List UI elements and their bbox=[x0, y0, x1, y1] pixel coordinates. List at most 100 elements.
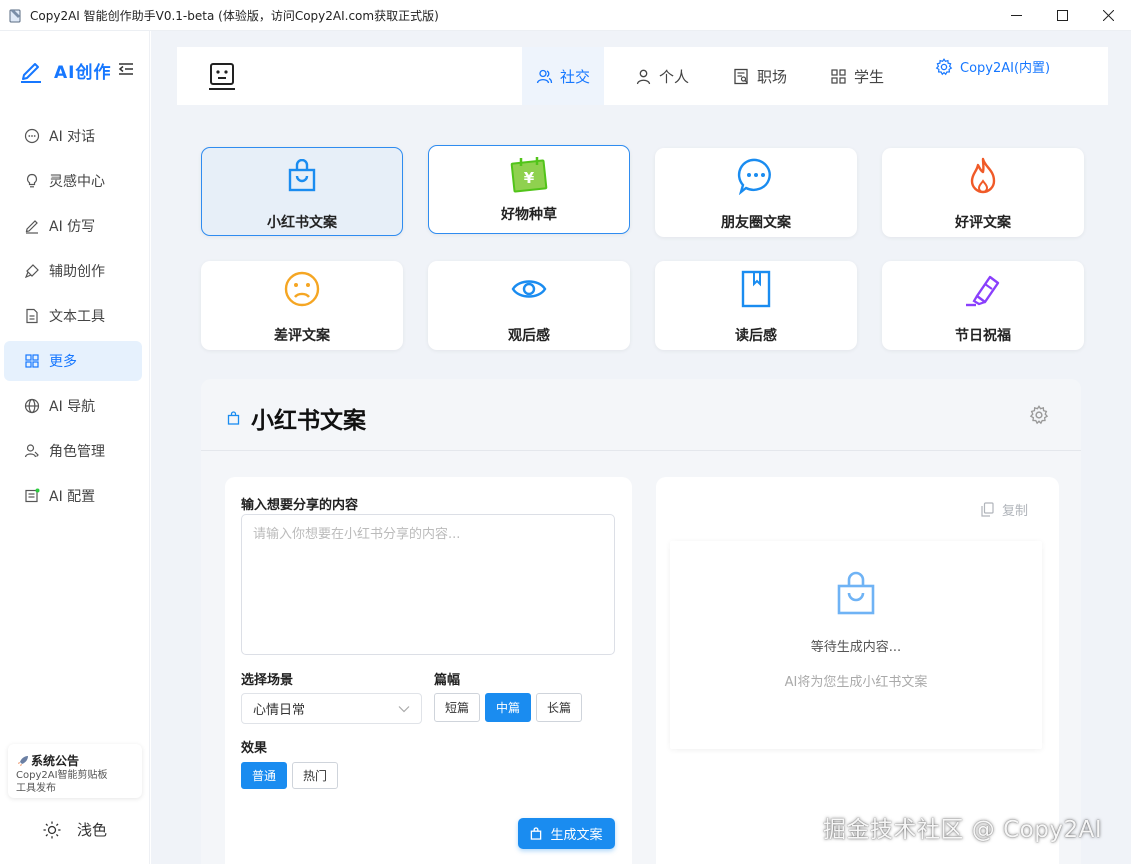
grid-icon bbox=[831, 68, 846, 84]
output-panel: 复制 等待生成内容... AI将为您生成小红书文案 bbox=[656, 477, 1059, 864]
pen-edit-icon bbox=[21, 63, 41, 83]
main-area: 社交 个人 职场 学生 Copy2AI(内置) 小红书文案 ¥ 好物种草 朋友圈… bbox=[151, 31, 1131, 864]
top-navbar: 社交 个人 职场 学生 Copy2AI(内置) bbox=[177, 47, 1108, 105]
person-icon bbox=[636, 69, 651, 84]
app-icon bbox=[9, 9, 21, 23]
window-title: Copy2AI 智能创作助手V0.1-beta (体验版，访问Copy2AI.c… bbox=[30, 8, 439, 23]
close-button[interactable] bbox=[1085, 0, 1131, 31]
sidebar-item-label: AI 对话 bbox=[49, 129, 96, 145]
menu-collapse-icon[interactable] bbox=[118, 61, 134, 77]
close-icon bbox=[1102, 10, 1114, 21]
sidebar-item-text-tools[interactable]: 文本工具 bbox=[4, 296, 142, 336]
chat-icon bbox=[24, 128, 40, 144]
effect-normal-button[interactable]: 普通 bbox=[241, 762, 287, 789]
sidebar-item-roles[interactable]: 角色管理 bbox=[4, 431, 142, 471]
highlighter-icon bbox=[966, 275, 1000, 307]
theme-toggle[interactable]: 浅色 bbox=[43, 819, 107, 840]
sidebar: AI创作 AI 对话 灵感中心 AI 仿写 辅助创作 文本工具 更多 AI 导航… bbox=[0, 31, 150, 864]
svg-text:¥: ¥ bbox=[524, 169, 535, 187]
sidebar-item-label: 灵感中心 bbox=[49, 174, 105, 190]
length-short-button[interactable]: 短篇 bbox=[434, 693, 480, 722]
category-card-holiday[interactable]: 节日祝福 bbox=[882, 261, 1084, 350]
calendar-yen-icon: ¥ bbox=[510, 157, 548, 193]
length-medium-button[interactable]: 中篇 bbox=[485, 693, 531, 722]
sidebar-item-label: 角色管理 bbox=[49, 444, 105, 460]
sidebar-item-label: AI 导航 bbox=[49, 399, 96, 415]
user-role-icon bbox=[24, 444, 39, 458]
config-icon bbox=[25, 488, 40, 503]
content-textarea[interactable]: 请输入你想要在小红书分享的内容... bbox=[241, 514, 615, 655]
content-label: 输入想要分享的内容 bbox=[241, 498, 359, 513]
editor-panel: 小红书文案 输入想要分享的内容 请输入你想要在小红书分享的内容... 选择场景 … bbox=[201, 379, 1081, 864]
category-card-moments[interactable]: 朋友圈文案 bbox=[655, 148, 857, 237]
category-card-xiaohongshu[interactable]: 小红书文案 bbox=[201, 147, 403, 236]
input-form: 输入想要分享的内容 请输入你想要在小红书分享的内容... 选择场景 心情日常 篇… bbox=[225, 477, 632, 864]
scene-value: 心情日常 bbox=[253, 703, 306, 718]
length-long-button[interactable]: 长篇 bbox=[536, 693, 582, 722]
category-label: 好评文案 bbox=[955, 215, 1011, 231]
system-notice[interactable]: 系统公告 Copy2AI智能剪贴板工具发布 bbox=[8, 744, 142, 798]
generate-button[interactable]: 生成文案 bbox=[518, 818, 615, 849]
brush-icon bbox=[24, 264, 39, 279]
category-card-review-film[interactable]: 观后感 bbox=[428, 261, 630, 350]
scene-select[interactable]: 心情日常 bbox=[241, 693, 422, 724]
maximize-icon bbox=[1056, 10, 1068, 21]
shopping-bag-icon bbox=[227, 411, 240, 425]
flame-icon bbox=[970, 157, 996, 194]
tab-social[interactable]: 社交 bbox=[522, 47, 605, 105]
sidebar-item-inspiration[interactable]: 灵感中心 bbox=[4, 161, 142, 201]
tab-label: 个人 bbox=[659, 67, 690, 86]
minimize-button[interactable] bbox=[993, 0, 1039, 31]
pen-icon bbox=[25, 220, 38, 234]
chevron-down-icon bbox=[398, 705, 410, 712]
category-card-review-book[interactable]: 读后感 bbox=[655, 261, 857, 350]
panel-title: 小红书文案 bbox=[251, 408, 366, 434]
tab-student[interactable]: 学生 bbox=[816, 47, 898, 105]
tab-workplace[interactable]: 职场 bbox=[719, 47, 801, 105]
notice-title: 系统公告 bbox=[31, 754, 80, 768]
sidebar-item-label: AI 配置 bbox=[49, 489, 96, 505]
maximize-button[interactable] bbox=[1039, 0, 1085, 31]
sidebar-item-ai-config[interactable]: AI 配置 bbox=[4, 476, 142, 516]
eye-icon bbox=[511, 280, 547, 298]
shopping-bag-icon bbox=[288, 159, 316, 192]
gear-icon bbox=[935, 57, 953, 75]
brand-title: AI创作 bbox=[54, 62, 112, 83]
scene-label: 选择场景 bbox=[241, 673, 294, 688]
length-label: 篇幅 bbox=[434, 673, 461, 688]
category-label: 读后感 bbox=[735, 328, 777, 344]
title-bar: Copy2AI 智能创作助手V0.1-beta (体验版，访问Copy2AI.c… bbox=[0, 0, 1131, 31]
document-icon bbox=[26, 308, 38, 324]
shopping-bag-icon bbox=[531, 827, 542, 840]
effect-hot-button[interactable]: 热门 bbox=[292, 762, 338, 789]
sidebar-item-ai-nav[interactable]: AI 导航 bbox=[4, 386, 142, 426]
category-label: 观后感 bbox=[508, 328, 550, 344]
sidebar-item-label: AI 仿写 bbox=[49, 219, 96, 235]
notice-body: Copy2AI智能剪贴板工具发布 bbox=[16, 770, 108, 794]
category-label: 节日祝福 bbox=[955, 328, 1011, 344]
category-card-goods[interactable]: ¥ 好物种草 bbox=[428, 145, 630, 234]
sidebar-item-more[interactable]: 更多 bbox=[4, 341, 142, 381]
watermark: 掘金技术社区 @ Copy2AI bbox=[823, 817, 1103, 843]
gear-icon[interactable] bbox=[1029, 405, 1049, 425]
copy-label: 复制 bbox=[1001, 504, 1028, 519]
tab-label: 学生 bbox=[854, 67, 885, 86]
copy-button[interactable]: 复制 bbox=[981, 500, 1028, 519]
waiting-text: 等待生成内容... bbox=[810, 640, 902, 655]
model-settings-link[interactable]: Copy2AI(内置) bbox=[935, 57, 1050, 76]
category-card-negative-review[interactable]: 差评文案 bbox=[201, 261, 403, 350]
sidebar-item-label: 辅助创作 bbox=[49, 264, 105, 280]
sidebar-item-assist[interactable]: 辅助创作 bbox=[4, 251, 142, 291]
category-card-positive-review[interactable]: 好评文案 bbox=[882, 148, 1084, 237]
category-label: 好物种草 bbox=[501, 207, 557, 223]
chat-bubble-icon bbox=[737, 158, 771, 195]
sad-face-icon bbox=[284, 271, 320, 307]
effect-label: 效果 bbox=[241, 741, 268, 756]
sidebar-item-label: 更多 bbox=[49, 354, 77, 370]
rocket-icon bbox=[18, 755, 28, 766]
sidebar-item-ai-imitate[interactable]: AI 仿写 bbox=[4, 206, 142, 246]
sun-icon bbox=[43, 821, 61, 838]
sidebar-item-ai-chat[interactable]: AI 对话 bbox=[4, 116, 142, 156]
model-settings-label: Copy2AI(内置) bbox=[960, 61, 1051, 76]
tab-personal[interactable]: 个人 bbox=[621, 47, 703, 105]
